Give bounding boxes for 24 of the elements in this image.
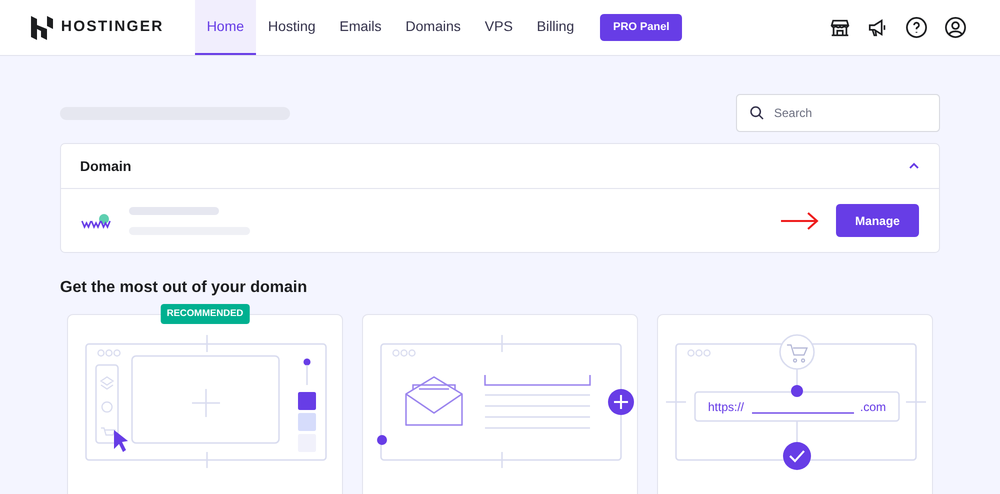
nav-tab[interactable]: Home [194,0,256,55]
manage-button[interactable]: Manage [836,204,919,237]
feature-card[interactable] [362,314,638,494]
nav-tab[interactable]: Hosting [256,0,328,55]
help-icon[interactable] [905,16,928,39]
url-suffix-text: .com [860,400,886,414]
arrow-icon [780,212,820,230]
www-icon [81,212,111,228]
pro-panel-button[interactable]: PRO Panel [600,14,682,41]
logo-icon [31,16,53,40]
nav-tab[interactable]: VPS [472,0,525,55]
account-icon[interactable] [944,16,967,39]
recommended-badge: RECOMMENDED [160,304,250,324]
chevron-up-icon[interactable] [908,162,920,170]
search-field[interactable]: Search [736,94,940,132]
section-title: Get the most out of your domain [60,278,308,298]
search-icon [749,105,765,121]
nav-tab[interactable]: Emails [328,0,394,55]
logo-text: HOSTINGER [61,17,164,38]
feature-card[interactable]: https:// .com [657,314,933,494]
url-prefix-text: https:// [708,400,744,414]
nav-tab[interactable]: Domains [394,0,473,55]
nav-tab[interactable]: Billing [524,0,586,55]
panel-title: Domain [80,156,132,176]
